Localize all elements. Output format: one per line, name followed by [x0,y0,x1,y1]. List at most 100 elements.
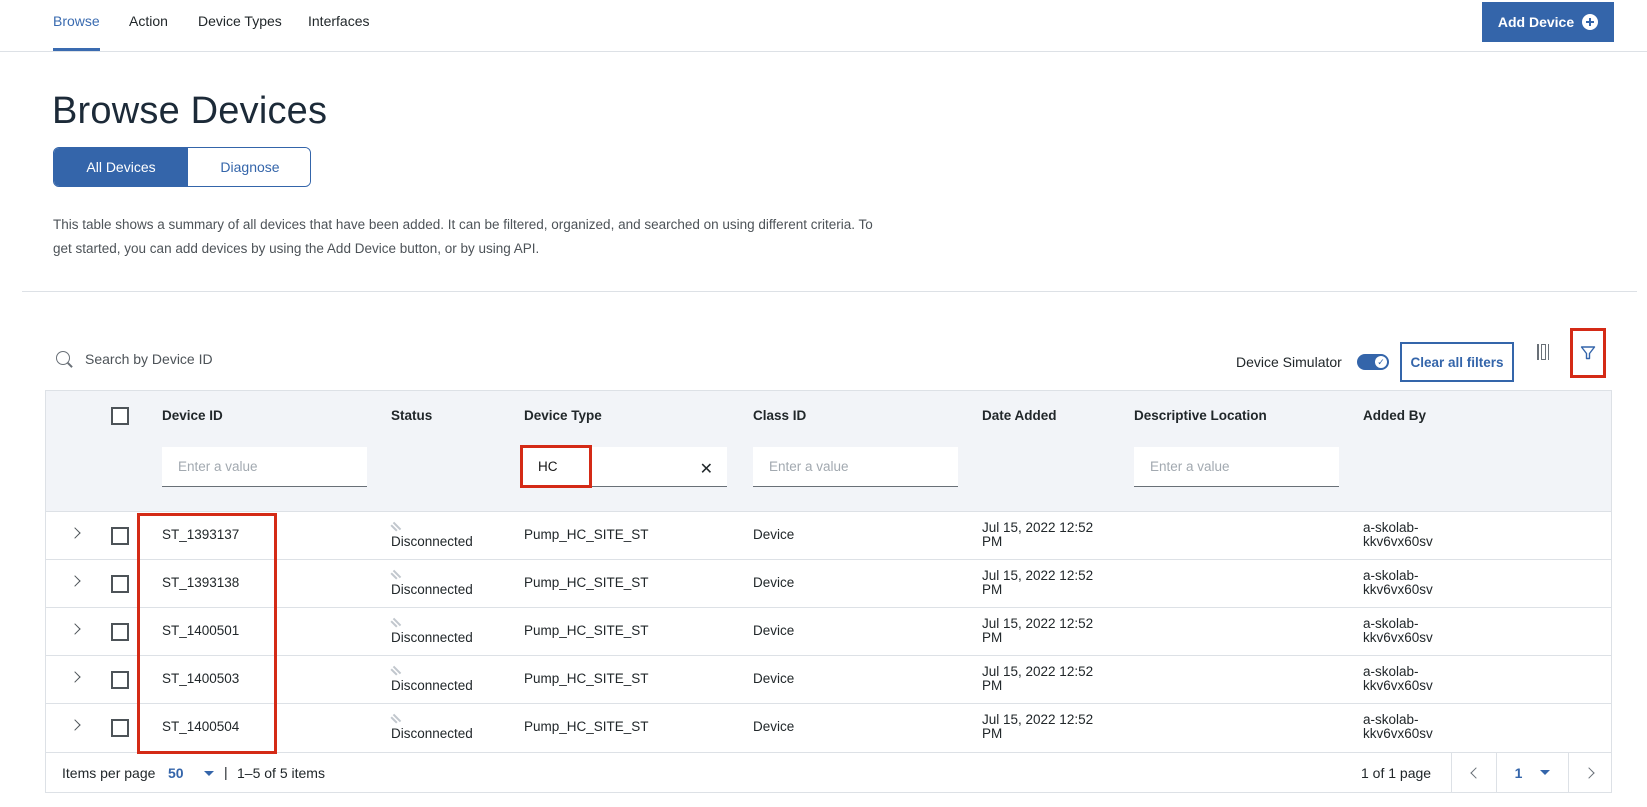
clear-all-filters-button[interactable]: Clear all filters [1400,342,1514,382]
added-by-line: kkv6vx60sv [1363,630,1433,645]
add-device-button[interactable]: Add Device [1482,2,1614,42]
expand-row-chevron-icon[interactable] [71,718,81,732]
column-header-device-id[interactable]: Device ID [162,408,223,423]
items-per-page-select[interactable]: 50 [168,765,184,781]
device-id-cell[interactable]: ST_1400503 [162,671,239,686]
date-added-cell: Jul 15, 2022 12:52 PM [982,665,1093,693]
column-header-status[interactable]: Status [391,408,432,423]
search-input[interactable]: Search by Device ID [55,350,213,368]
status-cell: Disconnected [391,582,473,597]
disconnected-icon [391,665,401,675]
column-header-date-added[interactable]: Date Added [982,408,1057,423]
page-description: This table shows a summary of all device… [53,217,873,256]
tab-browse[interactable]: Browse [53,13,100,51]
search-icon [55,350,73,368]
row-checkbox[interactable] [111,575,129,593]
added-by-line: a-skolab- [1363,520,1419,535]
table-row[interactable]: ST_1400504 Disconnected Pump_HC_SITE_ST Dev… [46,704,1611,752]
date-added-cell: Jul 15, 2022 12:52 PM [982,569,1093,597]
column-box [1540,344,1546,360]
device-id-cell[interactable]: ST_1400504 [162,719,239,734]
page-select[interactable]: 1 [1496,753,1568,792]
time-suffix: PM [982,582,1003,597]
device-simulator-toggle[interactable]: ✓ [1357,354,1389,370]
chevron-down-icon [1540,770,1551,775]
tab-device-types[interactable]: Device Types [198,13,282,51]
date-line: Jul 15, 2022 12:52 [982,616,1094,631]
row-checkbox[interactable] [111,719,129,737]
filter-button[interactable] [1570,328,1606,378]
device-type-filter-value: HC [538,459,558,474]
tab-interfaces[interactable]: Interfaces [308,13,369,51]
expand-row-chevron-icon[interactable] [71,574,81,588]
status-cell: Disconnected [391,726,473,741]
date-added-cell: Jul 15, 2022 12:52 PM [982,521,1093,549]
added-by-cell: a-skolab-kkv6vx60sv [1363,713,1433,741]
column-bar [1537,344,1539,360]
device-id-cell[interactable]: ST_1400501 [162,623,239,638]
view-switcher: All Devices Diagnose [53,147,311,187]
added-by-line: a-skolab- [1363,616,1419,631]
device-id-cell[interactable]: ST_1393138 [162,575,239,590]
current-page: 1 [1514,764,1523,781]
row-checkbox[interactable] [111,527,129,545]
class-id-cell: Device [753,527,795,542]
previous-page-button[interactable] [1451,753,1496,792]
added-by-cell: a-skolab-kkv6vx60sv [1363,665,1433,693]
disconnected-icon [391,713,401,723]
clear-filter-icon[interactable]: ✕ [700,459,713,479]
device-type-cell: Pump_HC_SITE_ST [524,719,649,734]
status-cell: Disconnected [391,678,473,693]
all-devices-button[interactable]: All Devices [54,148,188,186]
row-checkbox[interactable] [111,623,129,641]
added-by-cell: a-skolab-kkv6vx60sv [1363,569,1433,597]
device-type-filter-input[interactable]: HC ✕ [522,447,727,487]
chevron-down-icon[interactable] [204,771,214,776]
date-added-cell: Jul 15, 2022 12:52 PM [982,713,1093,741]
column-header-added-by[interactable]: Added By [1363,408,1426,423]
date-added-cell: Jul 15, 2022 12:52 PM [982,617,1093,645]
items-range: 1–5 of 5 items [237,765,325,781]
table-row[interactable]: ST_1393137 Disconnected Pump_HC_SITE_ST Dev… [46,512,1611,560]
page-count: 1 of 1 page [1361,765,1432,781]
column-settings-icon[interactable] [1537,344,1553,360]
table-row[interactable]: ST_1400501 Disconnected Pump_HC_SITE_ST Dev… [46,608,1611,656]
row-checkbox[interactable] [111,671,129,689]
disconnected-icon [391,521,401,531]
added-by-cell: a-skolab-kkv6vx60sv [1363,617,1433,645]
expand-row-chevron-icon[interactable] [71,622,81,636]
added-by-line: kkv6vx60sv [1363,534,1433,549]
expand-row-chevron-icon[interactable] [71,670,81,684]
time-suffix: PM [982,630,1003,645]
time-suffix: PM [982,678,1003,693]
tab-action[interactable]: Action [129,13,168,51]
top-nav: Browse Action Device Types Interfaces Ad… [0,0,1647,52]
location-filter-input[interactable]: Enter a value [1134,447,1339,487]
device-type-cell: Pump_HC_SITE_ST [524,575,649,590]
class-id-filter-input[interactable]: Enter a value [753,447,958,487]
device-type-cell: Pump_HC_SITE_ST [524,623,649,638]
time-suffix: PM [982,726,1003,741]
chevron-right-icon [1582,766,1595,779]
diagnose-button[interactable]: Diagnose [188,148,310,186]
next-page-button[interactable] [1568,753,1612,792]
device-id-cell[interactable]: ST_1393137 [162,527,239,542]
page-title: Browse Devices [52,90,328,132]
table-row[interactable]: ST_1393138 Disconnected Pump_HC_SITE_ST Dev… [46,560,1611,608]
date-line: Jul 15, 2022 12:52 [982,712,1094,727]
select-all-checkbox[interactable] [111,407,129,425]
column-header-class-id[interactable]: Class ID [753,408,806,423]
added-by-line: a-skolab- [1363,712,1419,727]
column-header-device-type[interactable]: Device Type [524,408,602,423]
device-simulator-label: Device Simulator [1236,354,1342,370]
added-by-line: a-skolab- [1363,664,1419,679]
added-by-line: kkv6vx60sv [1363,726,1433,741]
date-line: Jul 15, 2022 12:52 [982,664,1094,679]
added-by-line: kkv6vx60sv [1363,678,1433,693]
device-id-filter-input[interactable]: Enter a value [162,447,367,487]
disconnected-icon [391,617,401,627]
table-row[interactable]: ST_1400503 Disconnected Pump_HC_SITE_ST Dev… [46,656,1611,704]
items-per-page-label: Items per page [62,765,156,781]
expand-row-chevron-icon[interactable] [71,526,81,540]
column-header-descriptive-location[interactable]: Descriptive Location [1134,408,1267,423]
